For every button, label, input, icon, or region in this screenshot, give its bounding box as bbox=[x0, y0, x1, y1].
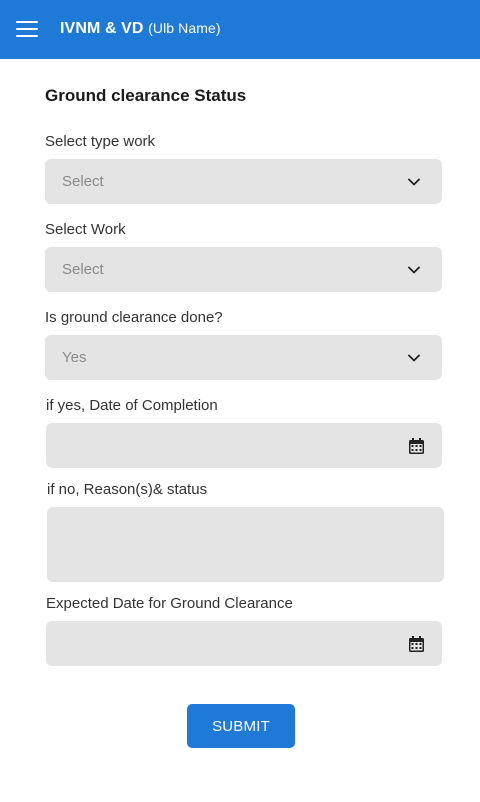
chevron-down-icon bbox=[408, 266, 420, 273]
chevron-down-icon bbox=[408, 178, 420, 185]
calendar-icon[interactable] bbox=[409, 437, 424, 454]
work-value: Select bbox=[62, 261, 104, 278]
form-title: Ground clearance Status bbox=[45, 86, 247, 105]
work-label: Select Work bbox=[45, 221, 126, 238]
app-subtitle: (Ulb Name) bbox=[148, 20, 221, 36]
work-select[interactable]: Select bbox=[45, 247, 442, 292]
app-title-text: IVNM & VD bbox=[60, 20, 144, 37]
menu-icon[interactable] bbox=[16, 21, 38, 38]
chevron-down-icon bbox=[408, 354, 420, 361]
clearance-done-select[interactable]: Yes bbox=[45, 335, 442, 380]
type-work-label: Select type work bbox=[45, 133, 156, 150]
app-title: IVNM & VD (Ulb Name) bbox=[60, 20, 221, 38]
reason-status-textarea[interactable] bbox=[47, 507, 444, 582]
submit-button[interactable]: SUBMIT bbox=[187, 704, 295, 748]
expected-date-label: Expected Date for Ground Clearance bbox=[46, 595, 293, 612]
app-bar: IVNM & VD (Ulb Name) bbox=[0, 0, 480, 59]
expected-date-field[interactable] bbox=[46, 621, 442, 666]
completion-date-field[interactable] bbox=[46, 423, 442, 468]
type-work-value: Select bbox=[62, 173, 104, 190]
calendar-icon[interactable] bbox=[409, 635, 424, 652]
reason-status-label: if no, Reason(s)& status bbox=[47, 481, 208, 498]
clearance-done-value: Yes bbox=[62, 349, 87, 366]
completion-date-label: if yes, Date of Completion bbox=[46, 397, 218, 414]
clearance-done-label: Is ground clearance done? bbox=[45, 309, 223, 326]
type-work-select[interactable]: Select bbox=[45, 159, 442, 204]
